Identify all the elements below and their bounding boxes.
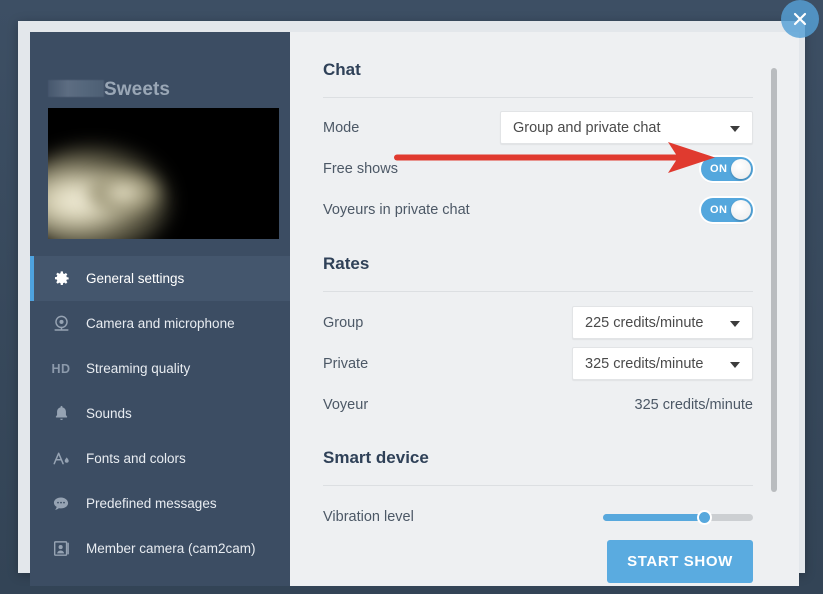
- row-rate-private: Private 325 credits/minute: [323, 343, 753, 384]
- vibration-level-label: Vibration level: [323, 508, 414, 525]
- sidebar-item-label: Fonts and colors: [86, 451, 186, 466]
- chat-bubble-icon: [48, 494, 74, 514]
- voyeurs-toggle-state: ON: [710, 203, 728, 216]
- toggle-knob: [731, 199, 751, 220]
- scrollbar-thumb[interactable]: [771, 68, 777, 492]
- free-shows-toggle-state: ON: [710, 162, 728, 175]
- rate-group-select[interactable]: 225 credits/minute: [572, 306, 753, 339]
- free-shows-label: Free shows: [323, 160, 398, 177]
- rate-voyeur-label: Voyeur: [323, 396, 369, 413]
- chevron-down-icon: [730, 361, 740, 368]
- mode-select-value: Group and private chat: [513, 119, 661, 136]
- sidebar-item-sounds[interactable]: Sounds: [30, 391, 290, 436]
- section-divider: [323, 291, 753, 292]
- sidebar: Sweets General settings Camera and micro…: [30, 32, 290, 586]
- rate-group-label: Group: [323, 314, 364, 331]
- mode-select[interactable]: Group and private chat: [500, 111, 753, 144]
- profile-name-label: Sweets: [104, 79, 171, 100]
- content-scrollbar[interactable]: [771, 68, 777, 554]
- voyeurs-label: Voyeurs in private chat: [323, 201, 470, 218]
- sidebar-item-label: General settings: [86, 271, 185, 286]
- sidebar-item-label: Camera and microphone: [86, 316, 235, 331]
- camera-preview: [48, 108, 279, 239]
- font-color-icon: [48, 449, 74, 468]
- mode-label: Mode: [323, 119, 360, 136]
- sidebar-item-member-camera[interactable]: Member camera (cam2cam): [30, 526, 290, 571]
- row-voyeurs-in-private-chat: Voyeurs in private chat ON: [323, 189, 753, 230]
- rate-voyeur-value: 325 credits/minute: [634, 396, 753, 413]
- slider-fill: [603, 513, 704, 521]
- start-show-button[interactable]: START SHOW: [607, 540, 753, 583]
- slider-thumb[interactable]: [696, 509, 712, 525]
- voyeurs-toggle[interactable]: ON: [701, 197, 753, 222]
- section-title-chat: Chat: [323, 60, 361, 79]
- row-mode: Mode Group and private chat: [323, 107, 753, 148]
- sidebar-item-label: Predefined messages: [86, 496, 217, 511]
- sidebar-item-label: Sounds: [86, 406, 132, 421]
- sidebar-item-predefined-messages[interactable]: Predefined messages: [30, 481, 290, 526]
- row-free-shows: Free shows ON: [323, 148, 753, 189]
- redacted-username-block: [48, 80, 104, 97]
- rate-private-select[interactable]: 325 credits/minute: [572, 347, 753, 380]
- profile-title: Sweets: [48, 79, 170, 101]
- close-button[interactable]: [781, 0, 819, 38]
- section-divider: [323, 97, 753, 98]
- sidebar-item-label: Streaming quality: [86, 361, 191, 376]
- rate-group-value: 225 credits/minute: [585, 314, 704, 331]
- sidebar-item-camera-and-microphone[interactable]: Camera and microphone: [30, 301, 290, 346]
- hd-icon: HD: [51, 361, 71, 376]
- vibration-level-slider[interactable]: [603, 507, 753, 527]
- webcam-icon: [48, 314, 74, 333]
- member-camera-icon: [48, 539, 74, 558]
- row-vibration-level: Vibration level: [323, 496, 753, 537]
- settings-content-inner: Chat Mode Group and private chat Free sh…: [290, 32, 799, 586]
- row-rate-group: Group 225 credits/minute: [323, 302, 753, 343]
- toggle-knob: [731, 158, 751, 179]
- chevron-down-icon: [730, 320, 740, 327]
- close-icon: [793, 12, 807, 26]
- gear-icon: [48, 269, 74, 288]
- sidebar-nav: General settings Camera and microphone H…: [30, 256, 290, 571]
- sidebar-item-label: Member camera (cam2cam): [86, 541, 256, 556]
- section-title-rates: Rates: [323, 254, 370, 273]
- bell-icon: [48, 404, 74, 423]
- sidebar-item-fonts-and-colors[interactable]: Fonts and colors: [30, 436, 290, 481]
- free-shows-toggle[interactable]: ON: [701, 156, 753, 181]
- preview-glow-highlight: [84, 170, 162, 216]
- settings-content-panel: Chat Mode Group and private chat Free sh…: [290, 32, 799, 586]
- settings-dialog: Sweets General settings Camera and micro…: [18, 21, 805, 586]
- row-rate-voyeur: Voyeur 325 credits/minute: [323, 384, 753, 425]
- sidebar-item-general-settings[interactable]: General settings: [30, 256, 290, 301]
- sidebar-item-streaming-quality[interactable]: HD Streaming quality: [30, 346, 290, 391]
- rate-private-value: 325 credits/minute: [585, 355, 704, 372]
- rate-private-label: Private: [323, 355, 369, 372]
- section-divider: [323, 485, 753, 486]
- section-title-smart-device: Smart device: [323, 448, 429, 467]
- chevron-down-icon: [730, 125, 740, 132]
